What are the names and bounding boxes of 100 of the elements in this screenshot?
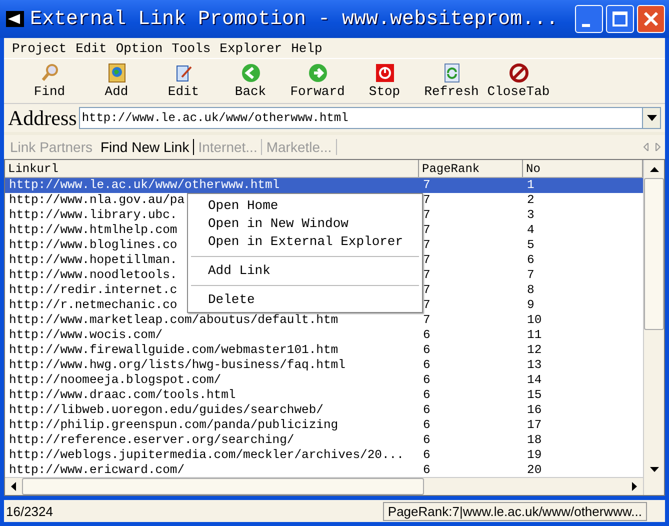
column-header[interactable]: Linkurl bbox=[5, 160, 419, 177]
menu-item[interactable]: Tools bbox=[168, 40, 216, 56]
table-cell[interactable]: http://www.ericward.com/ bbox=[5, 463, 185, 477]
tab[interactable]: Find New Link bbox=[96, 139, 194, 155]
table-cell[interactable]: http://www.library.ubc. bbox=[5, 208, 178, 223]
table-cell-text: 6 bbox=[422, 433, 430, 448]
close-button[interactable] bbox=[637, 5, 665, 33]
address-label: Address bbox=[8, 106, 77, 130]
table-cell-text: 7 bbox=[422, 208, 430, 223]
close-icon bbox=[643, 11, 659, 27]
table-cell[interactable]: http://www.hwg.org/lists/hwg-business/faq.html bbox=[5, 358, 346, 373]
table-cell-text: 10 bbox=[526, 313, 542, 328]
context-menu-item[interactable]: Delete bbox=[188, 291, 422, 309]
context-menu-item[interactable]: Open in External Explorer bbox=[188, 233, 422, 251]
dropdown-button[interactable] bbox=[643, 107, 661, 129]
table-cell[interactable]: http://libweb.uoregon.edu/guides/searchweb/ bbox=[5, 403, 324, 418]
toolbar-button[interactable]: Stop bbox=[351, 59, 418, 103]
toolbar-button[interactable]: Edit bbox=[150, 59, 217, 103]
toolbar-button[interactable]: Add bbox=[83, 59, 150, 103]
refresh-icon bbox=[442, 63, 462, 83]
toolbar-button[interactable]: Find bbox=[16, 59, 83, 103]
table-cell[interactable]: http://redir.internet.c bbox=[5, 283, 178, 298]
table-cell[interactable]: http://www.wocis.com/ bbox=[5, 328, 163, 343]
context-menu-item[interactable]: Open Home bbox=[188, 197, 422, 215]
table-cell[interactable]: http://www.marketleap.com/aboutus/default.htm bbox=[5, 313, 338, 328]
menu-item[interactable]: Explorer bbox=[216, 40, 288, 56]
window-title: External Link Promotion - www.websiteprom... bbox=[30, 8, 560, 30]
table-cell-text: 7 bbox=[422, 193, 430, 208]
table-cell-text: 7 bbox=[422, 313, 430, 328]
tab-scroll-arrows-icon bbox=[643, 143, 661, 151]
table-cell-text: 6 bbox=[422, 463, 430, 477]
table-cell[interactable]: http://www.le.ac.uk/www/otherwww.html bbox=[5, 178, 419, 193]
globe-book-icon bbox=[106, 63, 126, 83]
table-cell-text: 3 bbox=[526, 208, 534, 223]
down-arrow-icon bbox=[650, 466, 658, 472]
caret-icon bbox=[646, 115, 656, 121]
vertical-scrollbar[interactable] bbox=[643, 160, 664, 495]
table-cell[interactable]: http://www.nla.gov.au/pa bbox=[5, 193, 185, 208]
magnifier-icon bbox=[40, 63, 60, 83]
table-cell[interactable]: http://www.htmlhelp.com bbox=[5, 223, 178, 238]
table-cell[interactable]: http://www.hopetillman. bbox=[5, 253, 178, 268]
up-arrow-icon bbox=[650, 166, 658, 172]
table-cell[interactable]: http://www.draac.com/tools.html bbox=[5, 388, 236, 403]
table-cell-text: 5 bbox=[526, 238, 534, 253]
table-cell-text: 7 bbox=[422, 238, 430, 253]
context-menu-item[interactable]: Add Link bbox=[188, 262, 422, 280]
maximize-button[interactable] bbox=[606, 5, 634, 33]
table-cell-text: 19 bbox=[526, 448, 542, 463]
toolbar-button[interactable]: Refresh bbox=[418, 59, 485, 103]
minimize-button[interactable] bbox=[575, 5, 603, 33]
table-cell-text: 7 bbox=[422, 268, 430, 283]
table-cell-text: 6 bbox=[422, 448, 430, 463]
table-cell[interactable]: http://r.netmechanic.co bbox=[5, 298, 178, 313]
menu-item[interactable]: Help bbox=[287, 40, 328, 56]
context-menu-item[interactable]: Open in New Window bbox=[188, 215, 422, 233]
table-cell-text: 6 bbox=[422, 343, 430, 358]
menu-item[interactable]: Project bbox=[8, 40, 72, 56]
table-cell-text: 6 bbox=[422, 328, 430, 343]
stop-icon bbox=[374, 63, 394, 83]
column-header[interactable]: PageRank bbox=[419, 160, 523, 177]
app-icon bbox=[6, 11, 24, 27]
toolbar-button[interactable]: Back bbox=[217, 59, 284, 103]
menu-item[interactable]: Edit bbox=[72, 40, 112, 56]
address-field[interactable]: http://www.le.ac.uk/www/otherwww.html bbox=[78, 107, 643, 129]
table-cell[interactable]: http://www.bloglines.co bbox=[5, 238, 178, 253]
table-cell-text: 16 bbox=[526, 403, 542, 418]
table-cell-text: 8 bbox=[526, 283, 534, 298]
document-pen-icon bbox=[174, 63, 194, 83]
table-cell[interactable]: http://philip.greenspun.com/panda/publicizing bbox=[5, 418, 338, 433]
toolbar-button[interactable]: CloseTab bbox=[485, 59, 552, 103]
table-cell[interactable]: http://weblogs.jupitermedia.com/meckler/archives/20... bbox=[5, 448, 404, 463]
table-cell-text: 6 bbox=[422, 388, 430, 403]
table-cell-text: 6 bbox=[422, 373, 430, 388]
menu-item[interactable]: Option bbox=[112, 40, 168, 56]
table-cell-text: 6 bbox=[422, 403, 430, 418]
table-cell-text: 17 bbox=[526, 418, 542, 433]
table-cell-text: 6 bbox=[526, 253, 534, 268]
table-cell[interactable]: http://www.noodletools. bbox=[5, 268, 178, 283]
table-cell-text: 14 bbox=[526, 373, 542, 388]
table-cell-text: 12 bbox=[526, 343, 542, 358]
status-count: 16/2324 bbox=[5, 504, 53, 518]
table-cell[interactable]: http://reference.eserver.org/searching/ bbox=[5, 433, 294, 448]
table-cell: 7 bbox=[419, 178, 523, 193]
toolbar-button[interactable]: Forward bbox=[284, 59, 351, 103]
table-cell-text: 2 bbox=[526, 193, 534, 208]
table-cell-text: 6 bbox=[422, 418, 430, 433]
table-cell-text: 18 bbox=[526, 433, 542, 448]
left-arrow-icon bbox=[11, 482, 16, 491]
table-cell-text: 9 bbox=[526, 298, 534, 313]
horizontal-scrollbar[interactable] bbox=[5, 477, 643, 495]
table-cell[interactable]: http://noomeeja.blogspot.com/ bbox=[5, 373, 222, 388]
prohibited-icon bbox=[508, 63, 528, 83]
table-cell[interactable]: http://www.firewallguide.com/webmaster101.htm bbox=[5, 343, 338, 358]
status-detail: PageRank:7|www.le.ac.uk/www/otherwww... bbox=[382, 502, 647, 520]
table-cell-text: 7 bbox=[422, 298, 430, 313]
table-cell-text: 7 bbox=[422, 283, 430, 298]
table-cell-text: 11 bbox=[526, 328, 542, 343]
table-cell-text: 4 bbox=[526, 223, 534, 238]
table-cell-text: 15 bbox=[526, 388, 542, 403]
table-cell-text: 7 bbox=[422, 253, 430, 268]
